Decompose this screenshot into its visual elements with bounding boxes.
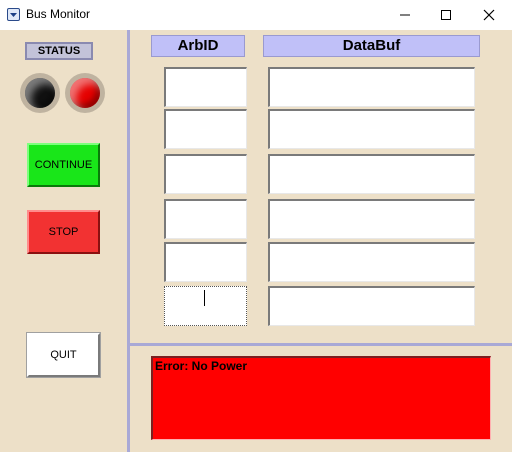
error-message: Error: No Power	[155, 359, 248, 373]
title-bar: Bus Monitor	[0, 0, 512, 30]
error-message-box: Error: No Power	[151, 356, 491, 440]
databuf-field[interactable]	[268, 199, 475, 239]
window-title: Bus Monitor	[26, 7, 91, 21]
databuf-field[interactable]	[268, 154, 475, 194]
horizontal-separator	[130, 343, 512, 346]
databuf-field[interactable]	[268, 109, 475, 149]
client-area: STATUS CONTINUE STOP QUIT ArbID DataBuf …	[0, 30, 512, 452]
close-icon	[483, 9, 495, 21]
arbid-field[interactable]	[164, 154, 247, 194]
arbid-field[interactable]	[164, 109, 247, 149]
maximize-icon	[441, 10, 451, 20]
arbid-field[interactable]	[164, 199, 247, 239]
status-led-off	[20, 73, 60, 113]
arbid-field[interactable]	[164, 67, 247, 107]
arbid-field[interactable]	[164, 242, 247, 282]
stop-button[interactable]: STOP	[27, 210, 100, 254]
databuf-field[interactable]	[268, 286, 475, 326]
minimize-icon	[400, 14, 410, 16]
maximize-button[interactable]	[423, 0, 469, 30]
status-led-red	[65, 73, 105, 113]
status-label: STATUS	[25, 42, 93, 60]
arbid-header: ArbID	[151, 35, 245, 57]
databuf-field[interactable]	[268, 67, 475, 107]
minimize-button[interactable]	[382, 0, 428, 30]
text-caret	[204, 290, 205, 306]
app-icon	[7, 8, 20, 21]
arbid-field-focused[interactable]	[164, 286, 247, 326]
databuf-field[interactable]	[268, 242, 475, 282]
quit-button[interactable]: QUIT	[27, 333, 100, 377]
close-button[interactable]	[466, 0, 512, 30]
continue-button[interactable]: CONTINUE	[27, 143, 100, 187]
databuf-header: DataBuf	[263, 35, 480, 57]
vertical-separator	[127, 30, 130, 452]
